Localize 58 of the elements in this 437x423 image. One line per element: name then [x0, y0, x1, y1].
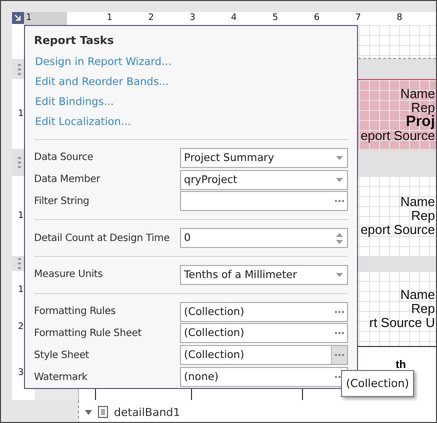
field-label: Measure Units: [34, 269, 104, 280]
grip-icon[interactable]: [18, 64, 21, 74]
input-field[interactable]: 0: [180, 228, 348, 248]
input-field[interactable]: (none): [180, 367, 348, 388]
ruler-number: 1: [24, 12, 67, 25]
ellipsis-icon: [335, 200, 344, 202]
grip-icon[interactable]: [18, 258, 21, 269]
band-text: Name: [400, 288, 435, 302]
ruler-number: 1: [106, 12, 114, 25]
band-text: eport Source: [360, 128, 435, 142]
ruler-number: 6: [312, 12, 321, 25]
field-label: Watermark: [34, 372, 88, 383]
ruler-number: 3: [188, 12, 196, 25]
ruler-number: 7: [354, 12, 362, 25]
band-text: rt Source U: [369, 316, 435, 330]
panel-title: Report Tasks: [34, 34, 115, 47]
ruler-number: 1: [18, 284, 25, 295]
band-text: Rep: [411, 100, 435, 114]
dropdown-field[interactable]: Project Summary: [180, 148, 348, 168]
band-text: Rep: [411, 302, 435, 316]
spin-icon: [336, 232, 343, 244]
ruler-number: 2: [147, 12, 155, 25]
grip-icon[interactable]: [18, 157, 21, 168]
band-text: Name: [400, 195, 435, 209]
ellipsis-icon: [335, 310, 344, 313]
ruler-number: 3: [18, 368, 25, 378]
arrow-icon: [14, 15, 21, 21]
input-field[interactable]: [180, 191, 348, 212]
band-icon: [98, 406, 108, 418]
input-field[interactable]: (Collection): [180, 323, 348, 344]
input-field[interactable]: (Collection): [180, 345, 348, 366]
band-text: Rep: [411, 209, 435, 223]
smart-tag-button[interactable]: [12, 12, 24, 24]
ruler-number: 1: [18, 211, 25, 221]
input-field[interactable]: (Collection): [180, 302, 348, 322]
ellipsis-icon: [335, 332, 344, 334]
dropdown-field[interactable]: Tenths of a Millimeter: [180, 264, 348, 285]
ruler-number: 1: [18, 109, 25, 119]
field-label: Filter String: [34, 196, 90, 207]
ruler-number: 8: [396, 12, 404, 25]
field-label: Data Source: [34, 152, 94, 164]
tooltip: (Collection): [341, 370, 414, 397]
band-text: eport Source: [360, 223, 435, 237]
ellipsis-icon: [335, 354, 344, 356]
field-label: Style Sheet: [34, 350, 90, 361]
field-label: Detail Count at Design Time: [34, 232, 171, 244]
field-label: Data Member: [34, 174, 102, 186]
ruler-number: 5: [271, 12, 280, 25]
field-label: Formatting Rule Sheet: [34, 328, 142, 339]
band-label: detailBand1: [114, 406, 180, 418]
field-label: Formatting Rules: [34, 306, 117, 318]
band-text: Proj: [406, 114, 435, 128]
band-text: Name: [400, 86, 435, 100]
caret-icon: [336, 156, 343, 160]
ruler-number: 4: [230, 12, 238, 25]
dropdown-field[interactable]: qryProject: [180, 170, 348, 190]
collapse-icon[interactable]: [85, 410, 92, 414]
ruler-number: 2: [18, 322, 25, 332]
